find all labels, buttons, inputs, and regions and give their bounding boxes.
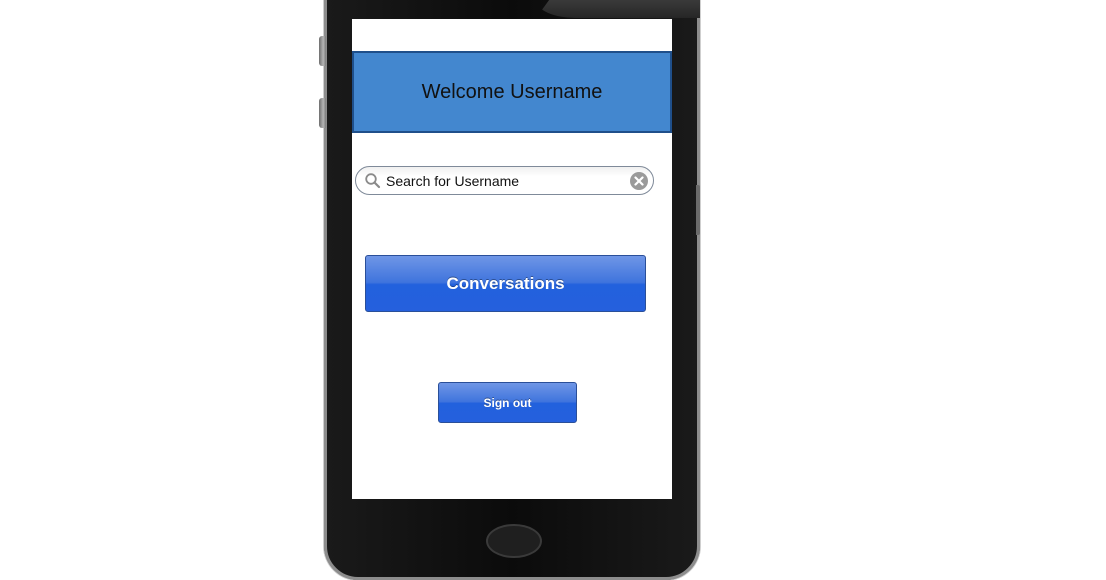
volume-up-button: [319, 36, 326, 66]
home-button[interactable]: [486, 524, 542, 558]
sign-out-label: Sign out: [483, 395, 532, 410]
welcome-banner: Welcome Username: [352, 51, 672, 133]
phone-right-edge: [696, 185, 700, 235]
volume-down-button: [319, 98, 326, 128]
search-input[interactable]: Search for Username: [386, 173, 629, 189]
welcome-text: Welcome Username: [421, 80, 603, 103]
phone-glare: [536, 0, 700, 18]
search-field[interactable]: Search for Username: [355, 166, 654, 195]
conversations-label: Conversations: [446, 273, 565, 293]
phone-screen: Welcome Username Search for Username Con…: [352, 19, 672, 499]
sign-out-button[interactable]: Sign out: [438, 382, 577, 423]
clear-icon[interactable]: [629, 171, 649, 191]
search-icon: [364, 172, 382, 190]
conversations-button[interactable]: Conversations: [365, 255, 646, 312]
